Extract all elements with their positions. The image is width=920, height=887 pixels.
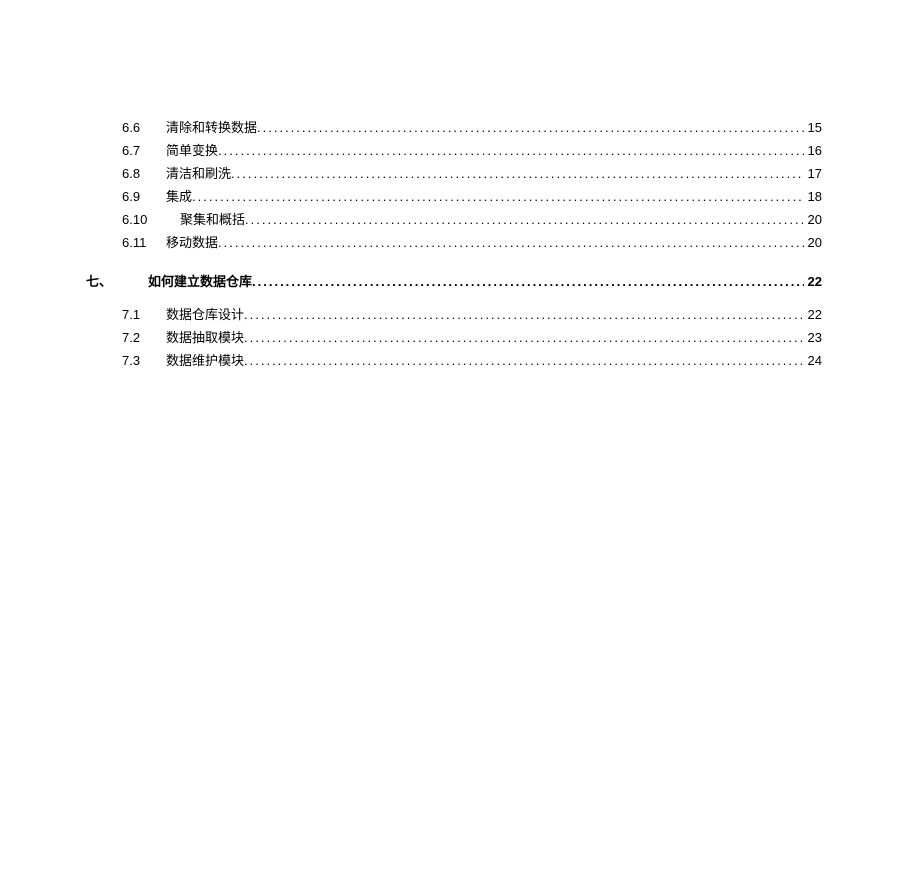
toc-entry-title: 清除和转换数据 <box>166 116 257 139</box>
toc-subsection-group: 6.6 清除和转换数据..............................… <box>122 116 822 254</box>
toc-entry-page: 20 <box>804 208 822 231</box>
toc-entry-page: 24 <box>804 349 822 372</box>
toc-entry-title: 集成 <box>166 185 192 208</box>
toc-entry-number: 7.1 <box>122 303 148 326</box>
toc-leader-dots: ........................................… <box>252 270 804 293</box>
toc-entry-number: 7.3 <box>122 349 148 372</box>
toc-leader-dots: ........................................… <box>231 162 804 185</box>
toc-subsection-group: 7.1 数据仓库设计...............................… <box>122 303 822 372</box>
toc-entry-title: 移动数据 <box>166 231 218 254</box>
toc-leader-dots: ........................................… <box>244 349 804 372</box>
toc-entry-page: 20 <box>804 231 822 254</box>
toc-entry-number: 7.2 <box>122 326 148 349</box>
toc-entry-page: 23 <box>804 326 822 349</box>
toc-entry-title: 如何建立数据仓库 <box>148 270 252 293</box>
toc-leader-dots: ........................................… <box>244 326 804 349</box>
toc-entry-number: 七、 <box>86 270 130 293</box>
toc-entry-page: 15 <box>804 116 822 139</box>
toc-entry-page: 22 <box>804 270 822 293</box>
toc-entry-page: 17 <box>804 162 822 185</box>
toc-leader-dots: ........................................… <box>218 139 804 162</box>
toc-entry-number: 6.10 <box>122 208 154 231</box>
toc-entry: 7.2 数据抽取模块...............................… <box>122 326 822 349</box>
toc-entry-title: 清洁和刷洗 <box>166 162 231 185</box>
toc-entry-page: 18 <box>804 185 822 208</box>
toc-entry-number: 6.6 <box>122 116 148 139</box>
toc-entry: 7.1 数据仓库设计...............................… <box>122 303 822 326</box>
toc-entry-number: 6.11 <box>122 231 154 254</box>
toc-entry-number: 6.8 <box>122 162 148 185</box>
toc-entry: 6.10 聚集和概括...............................… <box>122 208 822 231</box>
toc-entry-page: 16 <box>804 139 822 162</box>
toc-entry-title: 数据抽取模块 <box>166 326 244 349</box>
toc-entry-title: 数据维护模块 <box>166 349 244 372</box>
toc-entry-title: 数据仓库设计 <box>166 303 244 326</box>
toc-entry: 七、如何建立数据仓库 .............................… <box>104 270 822 293</box>
toc-entry: 7.3 数据维护模块...............................… <box>122 349 822 372</box>
toc-leader-dots: ........................................… <box>257 116 804 139</box>
toc-entry-number: 6.9 <box>122 185 148 208</box>
toc-entry: 6.6 清除和转换数据..............................… <box>122 116 822 139</box>
toc-entry: 6.11 移动数据................................… <box>122 231 822 254</box>
toc-entry-number: 6.7 <box>122 139 148 162</box>
toc-entry: 6.9 集成...................................… <box>122 185 822 208</box>
toc-entry: 6.8 清洁和刷洗................................… <box>122 162 822 185</box>
toc-leader-dots: ........................................… <box>245 208 804 231</box>
toc-entry-title: 简单变换 <box>166 139 218 162</box>
toc-leader-dots: ........................................… <box>218 231 804 254</box>
toc-leader-dots: ........................................… <box>244 303 804 326</box>
table-of-contents: 6.6 清除和转换数据..............................… <box>104 116 822 372</box>
toc-entry-page: 22 <box>804 303 822 326</box>
toc-entry: 6.7 简单变换.................................… <box>122 139 822 162</box>
toc-leader-dots: ........................................… <box>192 185 804 208</box>
toc-entry-title: 聚集和概括 <box>180 208 245 231</box>
